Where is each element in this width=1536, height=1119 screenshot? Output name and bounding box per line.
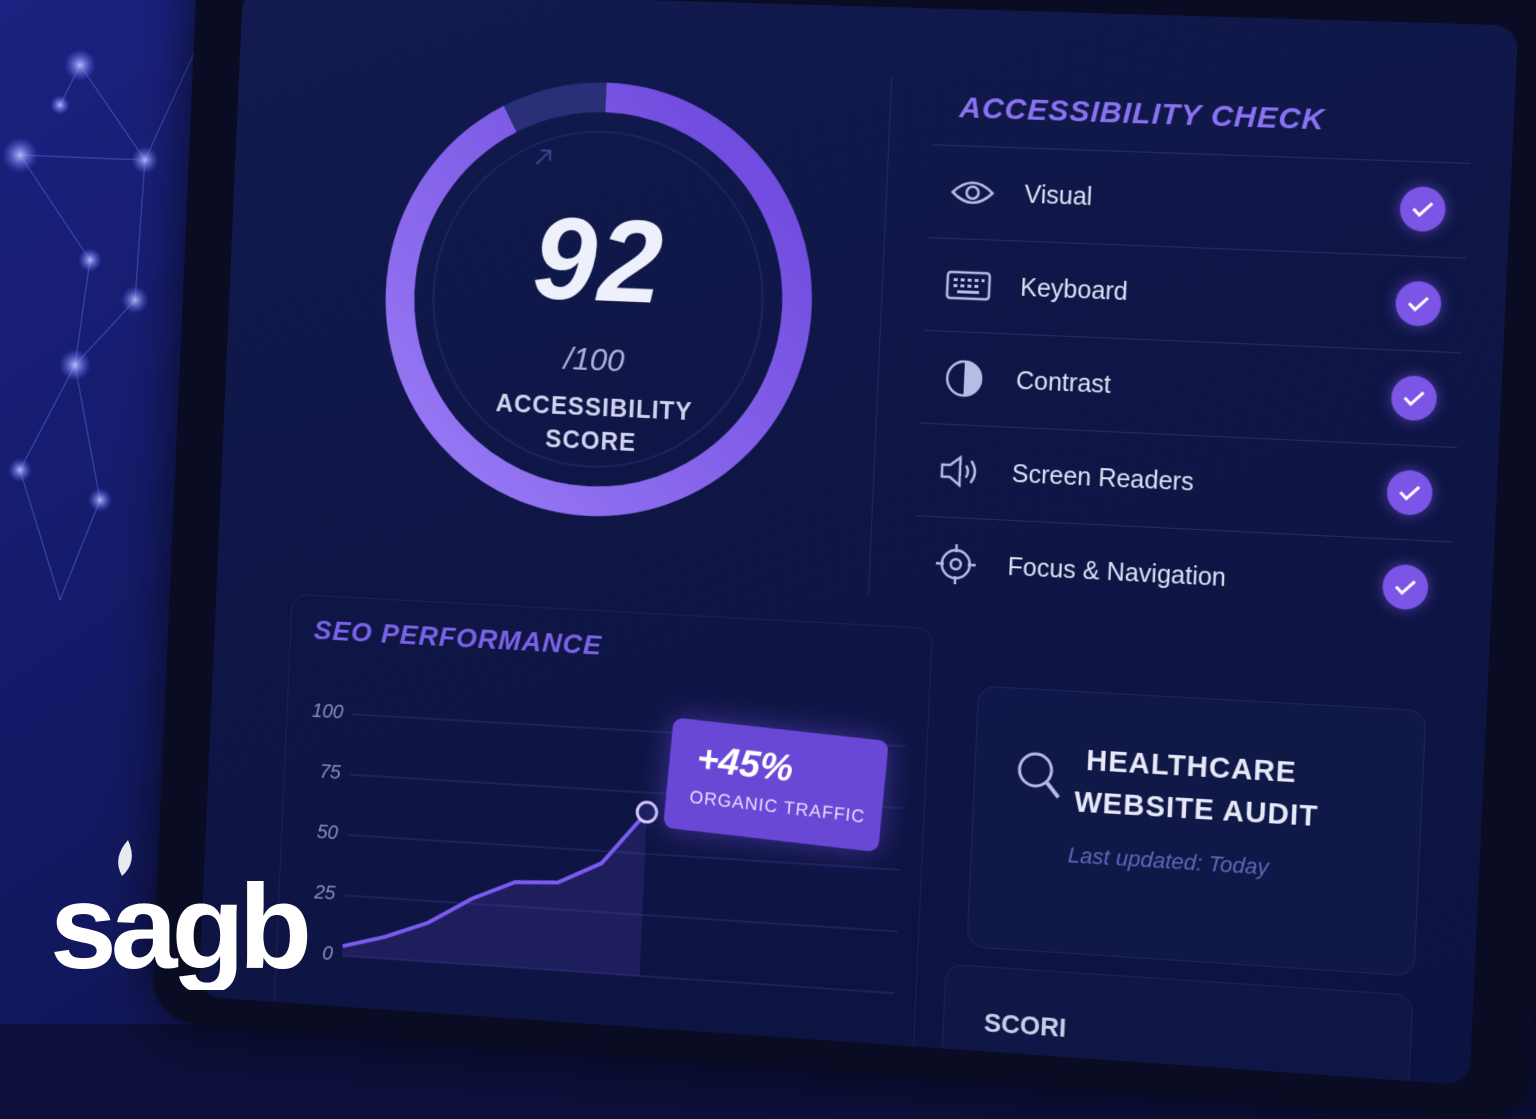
audit-card[interactable]: HEALTHCARE WEBSITE AUDIT Last updated: T… (966, 686, 1426, 977)
search-icon[interactable] (1014, 749, 1065, 809)
seo-area (342, 794, 647, 976)
seo-data-point (637, 802, 657, 823)
bottom-card-title: SCORI (983, 1007, 1067, 1044)
callout-label: ORGANIC TRAFFIC (689, 787, 867, 828)
logo-text: sagb (50, 860, 308, 990)
audit-updated: Last updated: Today (1067, 842, 1269, 881)
sagb-logo: sagb (50, 840, 380, 990)
dashboard-screen: 92 /100 ACCESSIBILITY SCORE ACCESSIBILIT… (199, 0, 1519, 1085)
audit-title-line1: HEALTHCARE (1085, 745, 1297, 790)
callout-value: +45% (695, 738, 795, 791)
audit-title-line2: WEBSITE AUDIT (1073, 786, 1319, 834)
